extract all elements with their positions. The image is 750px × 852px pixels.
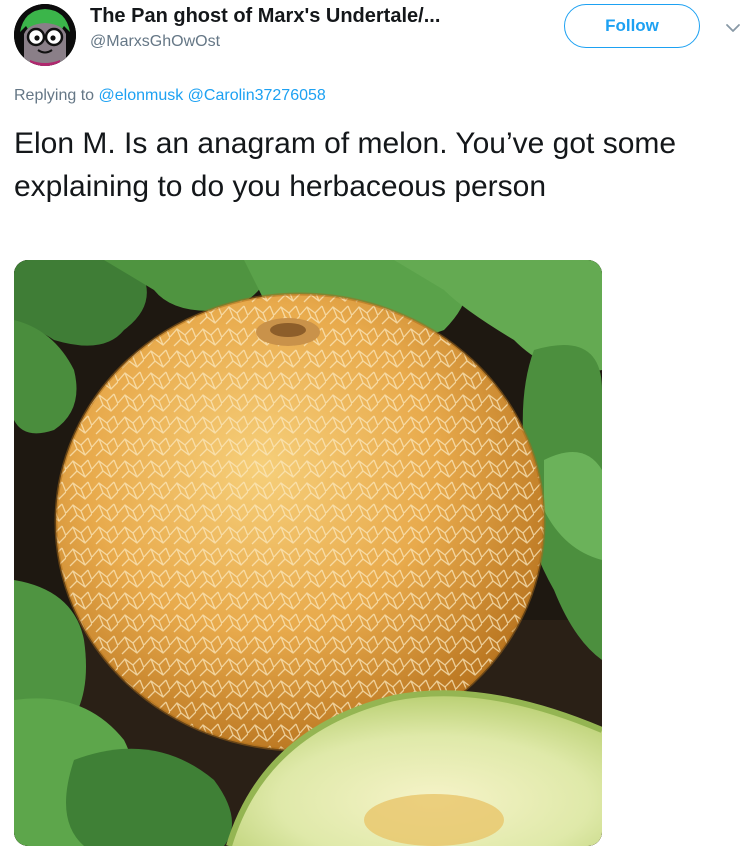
mention-link[interactable]: @Carolin37276058 — [188, 87, 326, 104]
follow-button[interactable]: Follow — [564, 4, 700, 48]
cartoon-ghost-avatar-icon — [14, 4, 76, 66]
replying-to: Replying to @elonmusk @Carolin37276058 — [14, 87, 326, 105]
more-options-caret[interactable] — [722, 17, 744, 39]
replying-to-label: Replying to — [14, 87, 95, 104]
chevron-down-icon — [726, 24, 740, 32]
tweet-text: Elon M. Is an anagram of melon. You’ve g… — [14, 127, 677, 203]
melon-photo-icon — [14, 260, 602, 846]
tweet-media-image[interactable] — [14, 260, 602, 846]
avatar[interactable] — [14, 4, 76, 66]
author-handle[interactable]: @MarxsGhOwOst — [90, 33, 220, 51]
mention-link[interactable]: @elonmusk — [99, 87, 184, 104]
author-name[interactable]: The Pan ghost of Marx's Undertale/... — [90, 5, 440, 28]
